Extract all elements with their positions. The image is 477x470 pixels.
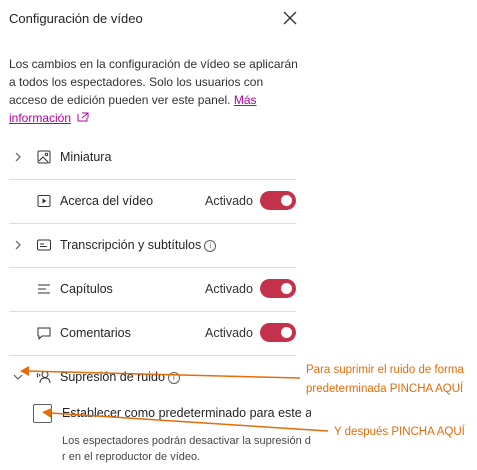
annotation-first-line2: predeterminada PINCHA AQUÍ [306, 383, 464, 395]
annotation-first: Para suprimir el ruido de forma predeter… [306, 361, 464, 399]
arrow-to-noise-row [20, 366, 301, 379]
arrow-to-checkbox [42, 408, 329, 432]
annotation-arrows [20, 366, 329, 432]
annotation-second: Y después PINCHA AQUÍ [334, 426, 465, 438]
annotation-first-line1: Para suprimir el ruido de forma [306, 364, 464, 376]
